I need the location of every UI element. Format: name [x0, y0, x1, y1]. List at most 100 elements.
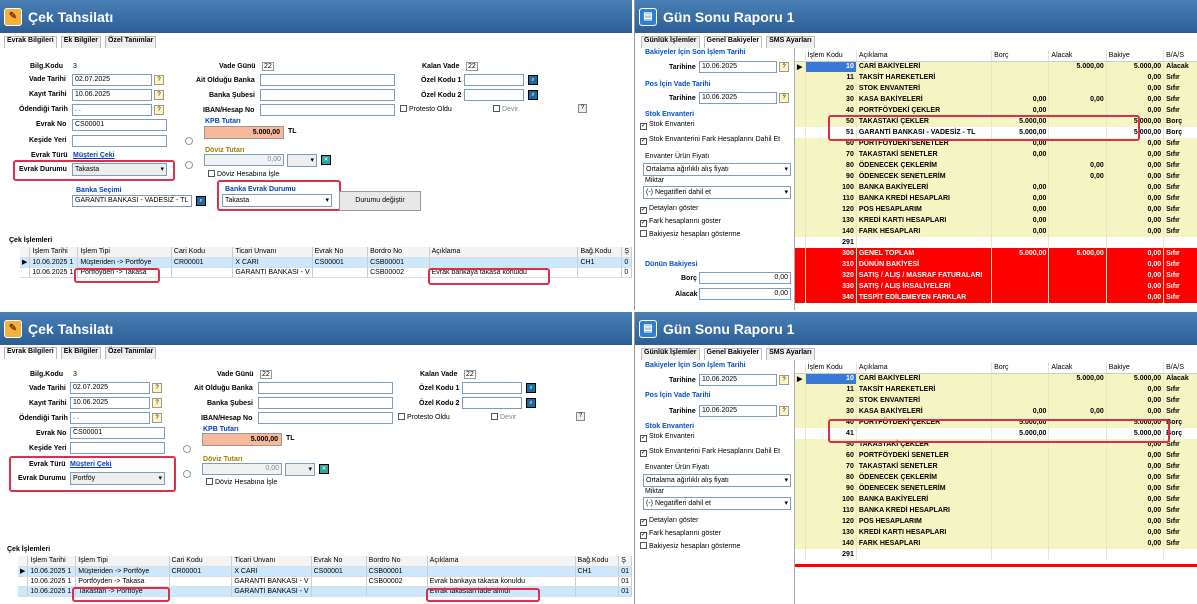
report-row[interactable]: 140 FARK HESAPLARI 0,00 0,00 Sıfır: [795, 226, 1197, 237]
protesto-checkbox[interactable]: Protesto Oldu: [398, 413, 450, 421]
kpb-tutari-input[interactable]: 5.000,00: [204, 126, 284, 139]
doviz-tutari-input[interactable]: 0,00: [204, 154, 284, 166]
odendigi-tarih-input[interactable]: . .: [70, 412, 150, 424]
report-row[interactable]: 130 KREDİ KARTI HESAPLARI 0,00 Sıfır: [795, 527, 1197, 538]
currency-select[interactable]: [287, 154, 317, 167]
report-row[interactable]: 90 ÖDENECEK SENETLERİM 0,00 Sıfır: [795, 483, 1197, 494]
alacak-input[interactable]: 0,00: [699, 288, 791, 300]
help-icon[interactable]: ?: [576, 412, 585, 421]
ait-oldugu-banka-input[interactable]: [260, 74, 395, 86]
report-row[interactable]: 40 PORTFÖYDEKİ ÇEKLER 5.000,00 5.000,00 Borç: [795, 417, 1197, 428]
tab-genel-bakiyeler[interactable]: Genel Bakiyeler: [703, 348, 763, 360]
report-row[interactable]: 30 KASA BAKİYELERİ 0,00 0,00 0,00 Sıfır: [795, 406, 1197, 417]
banka-subesi-input[interactable]: [260, 89, 395, 101]
doviz-radio[interactable]: [185, 161, 193, 169]
doviz-hesabina-checkbox[interactable]: Döviz Hesabına İşle: [208, 170, 279, 178]
report-row[interactable]: 120 POS HESAPLARIM 0,00 0,00 Sıfır: [795, 204, 1197, 215]
tab-ek-bilgiler[interactable]: Ek Bilgiler: [60, 347, 101, 359]
report-row[interactable]: 40 PORTFÖYDEKİ ÇEKLER 0,00 0,00 Sıfır: [795, 105, 1197, 116]
stok-envanteri-checkbox[interactable]: ✓ Stok Envanteri: [640, 433, 695, 442]
report-row[interactable]: 100 BANKA BAKİYELERİ 0,00 Sıfır: [795, 494, 1197, 505]
report-row[interactable]: ▶ 10 CARİ BAKİYELERİ 5.000,00 5.000,00 Alacak: [795, 373, 1197, 384]
report-row[interactable]: 300 GENEL TOPLAM 5.000,00 5.000,00 0,00 Sıfır: [795, 248, 1197, 259]
doviz-radio[interactable]: [183, 470, 191, 478]
report-row[interactable]: ▶ 10 CARİ BAKİYELERİ 5.000,00 5.000,00 Alacak: [795, 61, 1197, 72]
odendigi-tarih-input[interactable]: . .: [72, 104, 152, 116]
banka-subesi-input[interactable]: [258, 397, 393, 409]
table-row[interactable]: ▶ 10.06.2025 1 Müşteriden -> Portföye CR…: [20, 257, 632, 268]
calendar-icon[interactable]: ?: [154, 75, 164, 85]
pos-tarih-input[interactable]: 10.06.2025: [699, 92, 777, 104]
calendar-icon[interactable]: ?: [152, 413, 162, 423]
report-row[interactable]: 11 TAKSİT HAREKETLERİ 0,00 Sıfır: [795, 72, 1197, 83]
exchange-icon[interactable]: ✕: [321, 155, 331, 165]
devir-checkbox[interactable]: Devir: [493, 105, 518, 113]
report-row[interactable]: 60 PORTFÖYDEKİ SENETLER 0,00 0,00 Sıfır: [795, 138, 1197, 149]
report-row[interactable]: 50 TAKASTAKİ ÇEKLER 5.000,00 5.000,00 Borç: [795, 116, 1197, 127]
report-row[interactable]: 110 BANKA KREDİ HESAPLARI 0,00 Sıfır: [795, 505, 1197, 516]
vade-tarihi-input[interactable]: 02.07.2025: [72, 74, 152, 86]
report-row[interactable]: 80 ÖDENECEK ÇEKLERİM 0,00 0,00 Sıfır: [795, 160, 1197, 171]
report-row[interactable]: 70 TAKASTAKİ SENETLER 0,00 Sıfır: [795, 461, 1197, 472]
search-icon[interactable]: ⌕: [528, 90, 538, 100]
report-row[interactable]: 100 BANKA BAKİYELERİ 0,00 0,00 Sıfır: [795, 182, 1197, 193]
tab-sms-ayarlari[interactable]: SMS Ayarları: [766, 348, 815, 360]
report-row[interactable]: 110 BANKA KREDİ HESAPLARI 0,00 0,00 Sıfır: [795, 193, 1197, 204]
calendar-icon[interactable]: ?: [154, 105, 164, 115]
kpb-radio[interactable]: [185, 137, 193, 145]
exchange-icon[interactable]: ✕: [319, 464, 329, 474]
calendar-icon[interactable]: ?: [779, 62, 789, 72]
report-row[interactable]: 330 SATIŞ / ALIŞ İRSALİYELERİ 0,00 Sıfır: [795, 281, 1197, 292]
report-row[interactable]: 30 KASA BAKİYELERİ 0,00 0,00 0,00 Sıfır: [795, 94, 1197, 105]
currency-select[interactable]: [285, 463, 315, 476]
ozel-kodu-2-input[interactable]: [464, 89, 524, 101]
tab-ek-bilgiler[interactable]: Ek Bilgiler: [60, 36, 101, 48]
report-row[interactable]: 11 TAKSİT HAREKETLERİ 0,00 Sıfır: [795, 384, 1197, 395]
report-row[interactable]: 20 STOK ENVANTERİ 0,00 Sıfır: [795, 395, 1197, 406]
envanter-fiyat-select[interactable]: Ortalama ağırlıklı alış fiyatı: [643, 474, 791, 487]
evrak-no-input[interactable]: CS00001: [70, 427, 165, 439]
iban-input[interactable]: [260, 104, 395, 116]
devir-checkbox[interactable]: Devir: [491, 413, 516, 421]
evrak-durumu-select[interactable]: Takasta: [72, 163, 167, 176]
doviz-hesabina-checkbox[interactable]: Döviz Hesabına İşle: [206, 478, 277, 486]
envanter-fiyat-select[interactable]: Ortalama ağırlıklı alış fiyatı: [643, 163, 791, 176]
stok-fark-checkbox[interactable]: ✓ Stok Envanterini Fark Hesaplarını Dahil…: [640, 136, 780, 145]
miktar-select[interactable]: (-) Negatifleri dahil et: [643, 497, 791, 510]
protesto-checkbox[interactable]: Protesto Oldu: [400, 105, 452, 113]
tab-gunluk-islemler[interactable]: Günlük İşlemler: [641, 36, 700, 48]
kayit-tarihi-input[interactable]: 10.06.2025: [72, 89, 152, 101]
report-row[interactable]: 50 TAKASTAKİ ÇEKLER 0,00 Sıfır: [795, 439, 1197, 450]
table-row[interactable]: 10.06.2025 1 Portföyden -> Takasa GARANT…: [18, 576, 632, 587]
evrak-turu-link[interactable]: Müşteri Çeki: [70, 461, 112, 468]
kpb-radio[interactable]: [183, 445, 191, 453]
borc-input[interactable]: 0,00: [699, 272, 791, 284]
calendar-icon[interactable]: ?: [154, 90, 164, 100]
ait-oldugu-banka-input[interactable]: [258, 382, 393, 394]
calendar-icon[interactable]: ?: [779, 406, 789, 416]
report-row[interactable]: 320 SATIŞ / ALIŞ / MASRAF FATURALARI 0,00 S…: [795, 270, 1197, 281]
report-row[interactable]: 340 TESPİT EDİLEMEYEN FARKLAR 0,00 Sıfır: [795, 292, 1197, 303]
tab-ozel-tanimlar[interactable]: Özel Tanımlar: [104, 36, 157, 48]
report-row[interactable]: 291: [795, 237, 1197, 248]
vade-tarihi-input[interactable]: 02.07.2025: [70, 382, 150, 394]
keside-yeri-input[interactable]: [70, 442, 165, 454]
calendar-icon[interactable]: ?: [152, 383, 162, 393]
stok-fark-checkbox[interactable]: ✓ Stok Envanterini Fark Hesaplarını Dahil…: [640, 448, 780, 457]
iban-input[interactable]: [258, 412, 393, 424]
tab-gunluk-islemler[interactable]: Günlük İşlemler: [641, 348, 700, 360]
report-row[interactable]: 291: [795, 549, 1197, 560]
banka-secimi-input[interactable]: GARANTİ BANKASI - VADESİZ - TL: [72, 195, 192, 207]
report-row[interactable]: 41 5.000,00 5.000,00 Borç: [795, 428, 1197, 439]
banka-evrak-durumu-select[interactable]: Takasta: [222, 194, 332, 207]
bakiyesiz-checkbox[interactable]: Bakiyesiz hesapları gösterme: [640, 230, 740, 238]
detay-checkbox[interactable]: ✓ Detayları göster: [640, 205, 698, 214]
report-row[interactable]: 90 ÖDENECEK SENETLERİM 0,00 0,00 Sıfır: [795, 171, 1197, 182]
pos-tarih-input[interactable]: 10.06.2025: [699, 405, 777, 417]
table-row[interactable]: ▶ 10.06.2025 1 Müşteriden -> Portföye CR…: [18, 566, 632, 577]
doviz-tutari-input[interactable]: 0,00: [202, 463, 282, 475]
bakiye-tarih-input[interactable]: 10.06.2025: [699, 374, 777, 386]
ozel-kodu-2-input[interactable]: [462, 397, 522, 409]
evrak-no-input[interactable]: CS00001: [72, 119, 167, 131]
report-row[interactable]: 80 ÖDENECEK ÇEKLERİM 0,00 Sıfır: [795, 472, 1197, 483]
